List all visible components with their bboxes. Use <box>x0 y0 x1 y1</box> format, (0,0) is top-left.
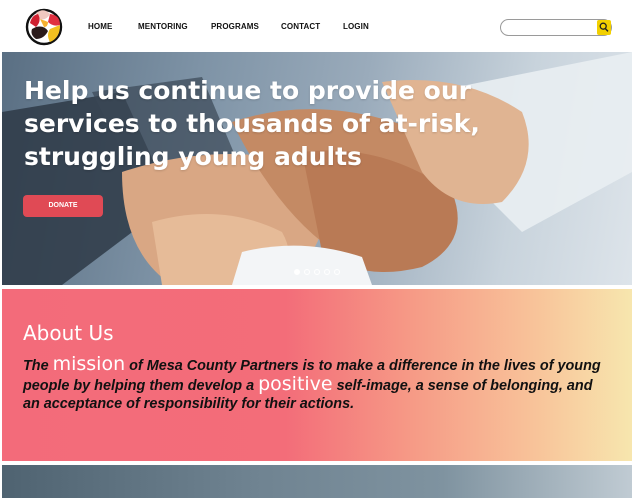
about-heading: About Us <box>23 321 114 345</box>
highlight-mission: mission <box>52 353 126 375</box>
about-mission-text: The mission of Mesa County Partners is t… <box>23 355 603 413</box>
search-button[interactable] <box>597 20 611 35</box>
about-section: About Us The mission of Mesa County Part… <box>2 289 632 461</box>
search-box <box>500 19 612 36</box>
hero-title: Help us continue to provide our services… <box>24 76 480 171</box>
next-section-image <box>2 465 632 498</box>
carousel-dot-2[interactable] <box>304 269 310 275</box>
search-icon <box>599 22 609 32</box>
highlight-positive: positive <box>258 373 333 395</box>
site-header: HOME MENTORING PROGRAMS CONTACT LOGIN <box>0 0 633 52</box>
nav-item-home[interactable]: HOME <box>88 22 112 31</box>
carousel-dot-1[interactable] <box>294 269 300 275</box>
nav-item-contact[interactable]: CONTACT <box>281 22 320 31</box>
nav-item-programs[interactable]: PROGRAMS <box>211 22 259 31</box>
donate-button[interactable]: DONATE <box>23 195 103 217</box>
about-text-part: The <box>23 358 53 374</box>
carousel-dot-4[interactable] <box>324 269 330 275</box>
logo-icon[interactable] <box>22 5 66 49</box>
carousel-dot-3[interactable] <box>314 269 320 275</box>
nav-item-mentoring[interactable]: MENTORING <box>138 22 188 31</box>
carousel-dot-5[interactable] <box>334 269 340 275</box>
nav-item-login[interactable]: LOGIN <box>343 22 369 31</box>
hero-banner: Help us continue to provide our services… <box>2 52 632 285</box>
search-input[interactable] <box>507 21 595 34</box>
